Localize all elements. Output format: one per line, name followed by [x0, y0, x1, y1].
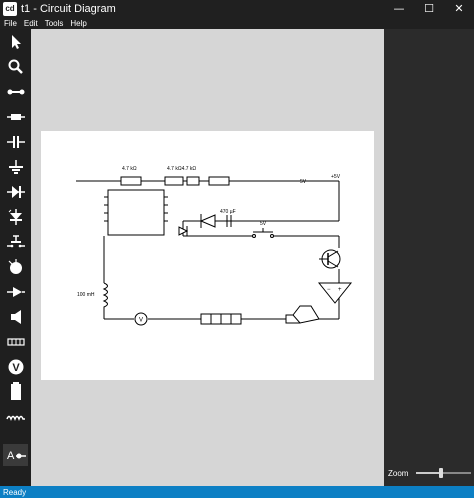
- resistor-2[interactable]: [164, 176, 184, 186]
- title-bar: cd t1 - Circuit Diagram — ☐ ✕: [0, 0, 474, 17]
- tool-ground[interactable]: [3, 156, 28, 178]
- resistor-3[interactable]: [186, 176, 200, 186]
- zoom-slider[interactable]: [416, 468, 472, 478]
- resistor-icon: [6, 114, 25, 120]
- supply-label-plus5v: +5V: [331, 174, 341, 180]
- maximize-button[interactable]: ☐: [414, 0, 444, 17]
- status-bar: Ready: [0, 486, 474, 498]
- tool-zener[interactable]: [3, 206, 28, 228]
- tool-capacitor[interactable]: [3, 131, 28, 153]
- zoom-label: Zoom: [388, 468, 409, 478]
- status-text: Ready: [3, 487, 27, 497]
- resistor-1-label: 4.7 kΩ: [122, 166, 137, 172]
- tool-ic-chip[interactable]: [3, 331, 28, 353]
- op-amp[interactable]: [317, 282, 353, 304]
- op-amp-plus: +: [338, 287, 342, 293]
- tool-transistor[interactable]: [3, 281, 28, 303]
- close-button[interactable]: ✕: [444, 0, 474, 17]
- select-pointer-icon: [11, 35, 21, 49]
- tool-battery[interactable]: [3, 381, 28, 403]
- supply-label-5v: 5V: [300, 179, 307, 185]
- switch-contact-left: [252, 234, 256, 238]
- zoom-slider-thumb[interactable]: [439, 468, 444, 478]
- inductor-icon: [5, 415, 25, 422]
- resistor-2-label: 4.7 kΩ4.7 kΩ: [167, 166, 196, 172]
- zener-diode-icon: [8, 209, 22, 225]
- resistor-4[interactable]: [208, 176, 230, 186]
- text-label-icon: A: [7, 450, 26, 462]
- wire-icon: [7, 89, 24, 95]
- tool-wire[interactable]: [3, 81, 28, 103]
- zoom-control: Zoom: [384, 466, 474, 480]
- capacitor-label: 470 µF: [220, 209, 236, 215]
- tool-lamp[interactable]: [3, 256, 28, 278]
- menu-bar: File Edit Tools Help: [0, 17, 474, 29]
- ground-icon: [8, 160, 23, 174]
- switch-contact-right: [270, 234, 274, 238]
- zoom-slider-fill: [416, 472, 442, 474]
- tool-resistor[interactable]: [3, 106, 28, 128]
- tool-inductor[interactable]: [3, 406, 28, 428]
- menu-tools[interactable]: Tools: [45, 19, 64, 28]
- properties-panel: Zoom: [384, 29, 474, 486]
- inductor-label: 100 mH: [77, 292, 95, 298]
- diode-large[interactable]: [199, 214, 216, 228]
- voltmeter-icon: V: [8, 359, 23, 375]
- voltmeter-glyph: V: [139, 318, 143, 324]
- op-amp-minus: −: [327, 287, 331, 293]
- voltmeter-icon-glyph: V: [12, 362, 20, 374]
- tool-push-switch[interactable]: [3, 231, 28, 253]
- minimize-button[interactable]: —: [384, 0, 414, 17]
- tool-zoom[interactable]: [3, 56, 28, 78]
- magnifier-icon: [8, 59, 23, 74]
- lamp-icon: [8, 259, 22, 274]
- tool-voltmeter[interactable]: V: [3, 356, 28, 378]
- diode-icon: [6, 186, 25, 198]
- inductor[interactable]: [102, 282, 108, 309]
- menu-edit[interactable]: Edit: [24, 19, 38, 28]
- circuit-diagram[interactable]: 4.7 kΩ 4.7 kΩ4.7 kΩ 5V +5V 470 µF 5V − +…: [41, 131, 374, 380]
- tool-diode[interactable]: [3, 181, 28, 203]
- app-logo-icon: cd: [3, 1, 17, 16]
- tool-text-label[interactable]: A: [3, 444, 28, 466]
- ic-chip-icon: [6, 338, 25, 346]
- tool-select[interactable]: [3, 31, 28, 53]
- window-title: t1 - Circuit Diagram: [21, 2, 116, 15]
- menu-help[interactable]: Help: [70, 19, 86, 28]
- ic-chip[interactable]: [107, 189, 165, 236]
- push-switch-icon: [6, 235, 25, 248]
- capacitor-icon: [6, 136, 25, 148]
- tool-speaker[interactable]: [3, 306, 28, 328]
- battery-icon: [10, 382, 21, 400]
- speaker-icon: [10, 310, 21, 324]
- menu-file[interactable]: File: [4, 19, 17, 28]
- canvas-area[interactable]: 4.7 kΩ 4.7 kΩ4.7 kΩ 5V +5V 470 µF 5V − +…: [31, 29, 384, 486]
- transistor-icon: [6, 287, 25, 297]
- component-toolbox: V A: [0, 29, 31, 486]
- text-tool-glyph: A: [7, 450, 15, 462]
- circuit-paper[interactable]: 4.7 kΩ 4.7 kΩ4.7 kΩ 5V +5V 470 µF 5V − +…: [41, 131, 374, 380]
- switch-label: 5V: [260, 221, 267, 227]
- resistor-1[interactable]: [120, 176, 142, 186]
